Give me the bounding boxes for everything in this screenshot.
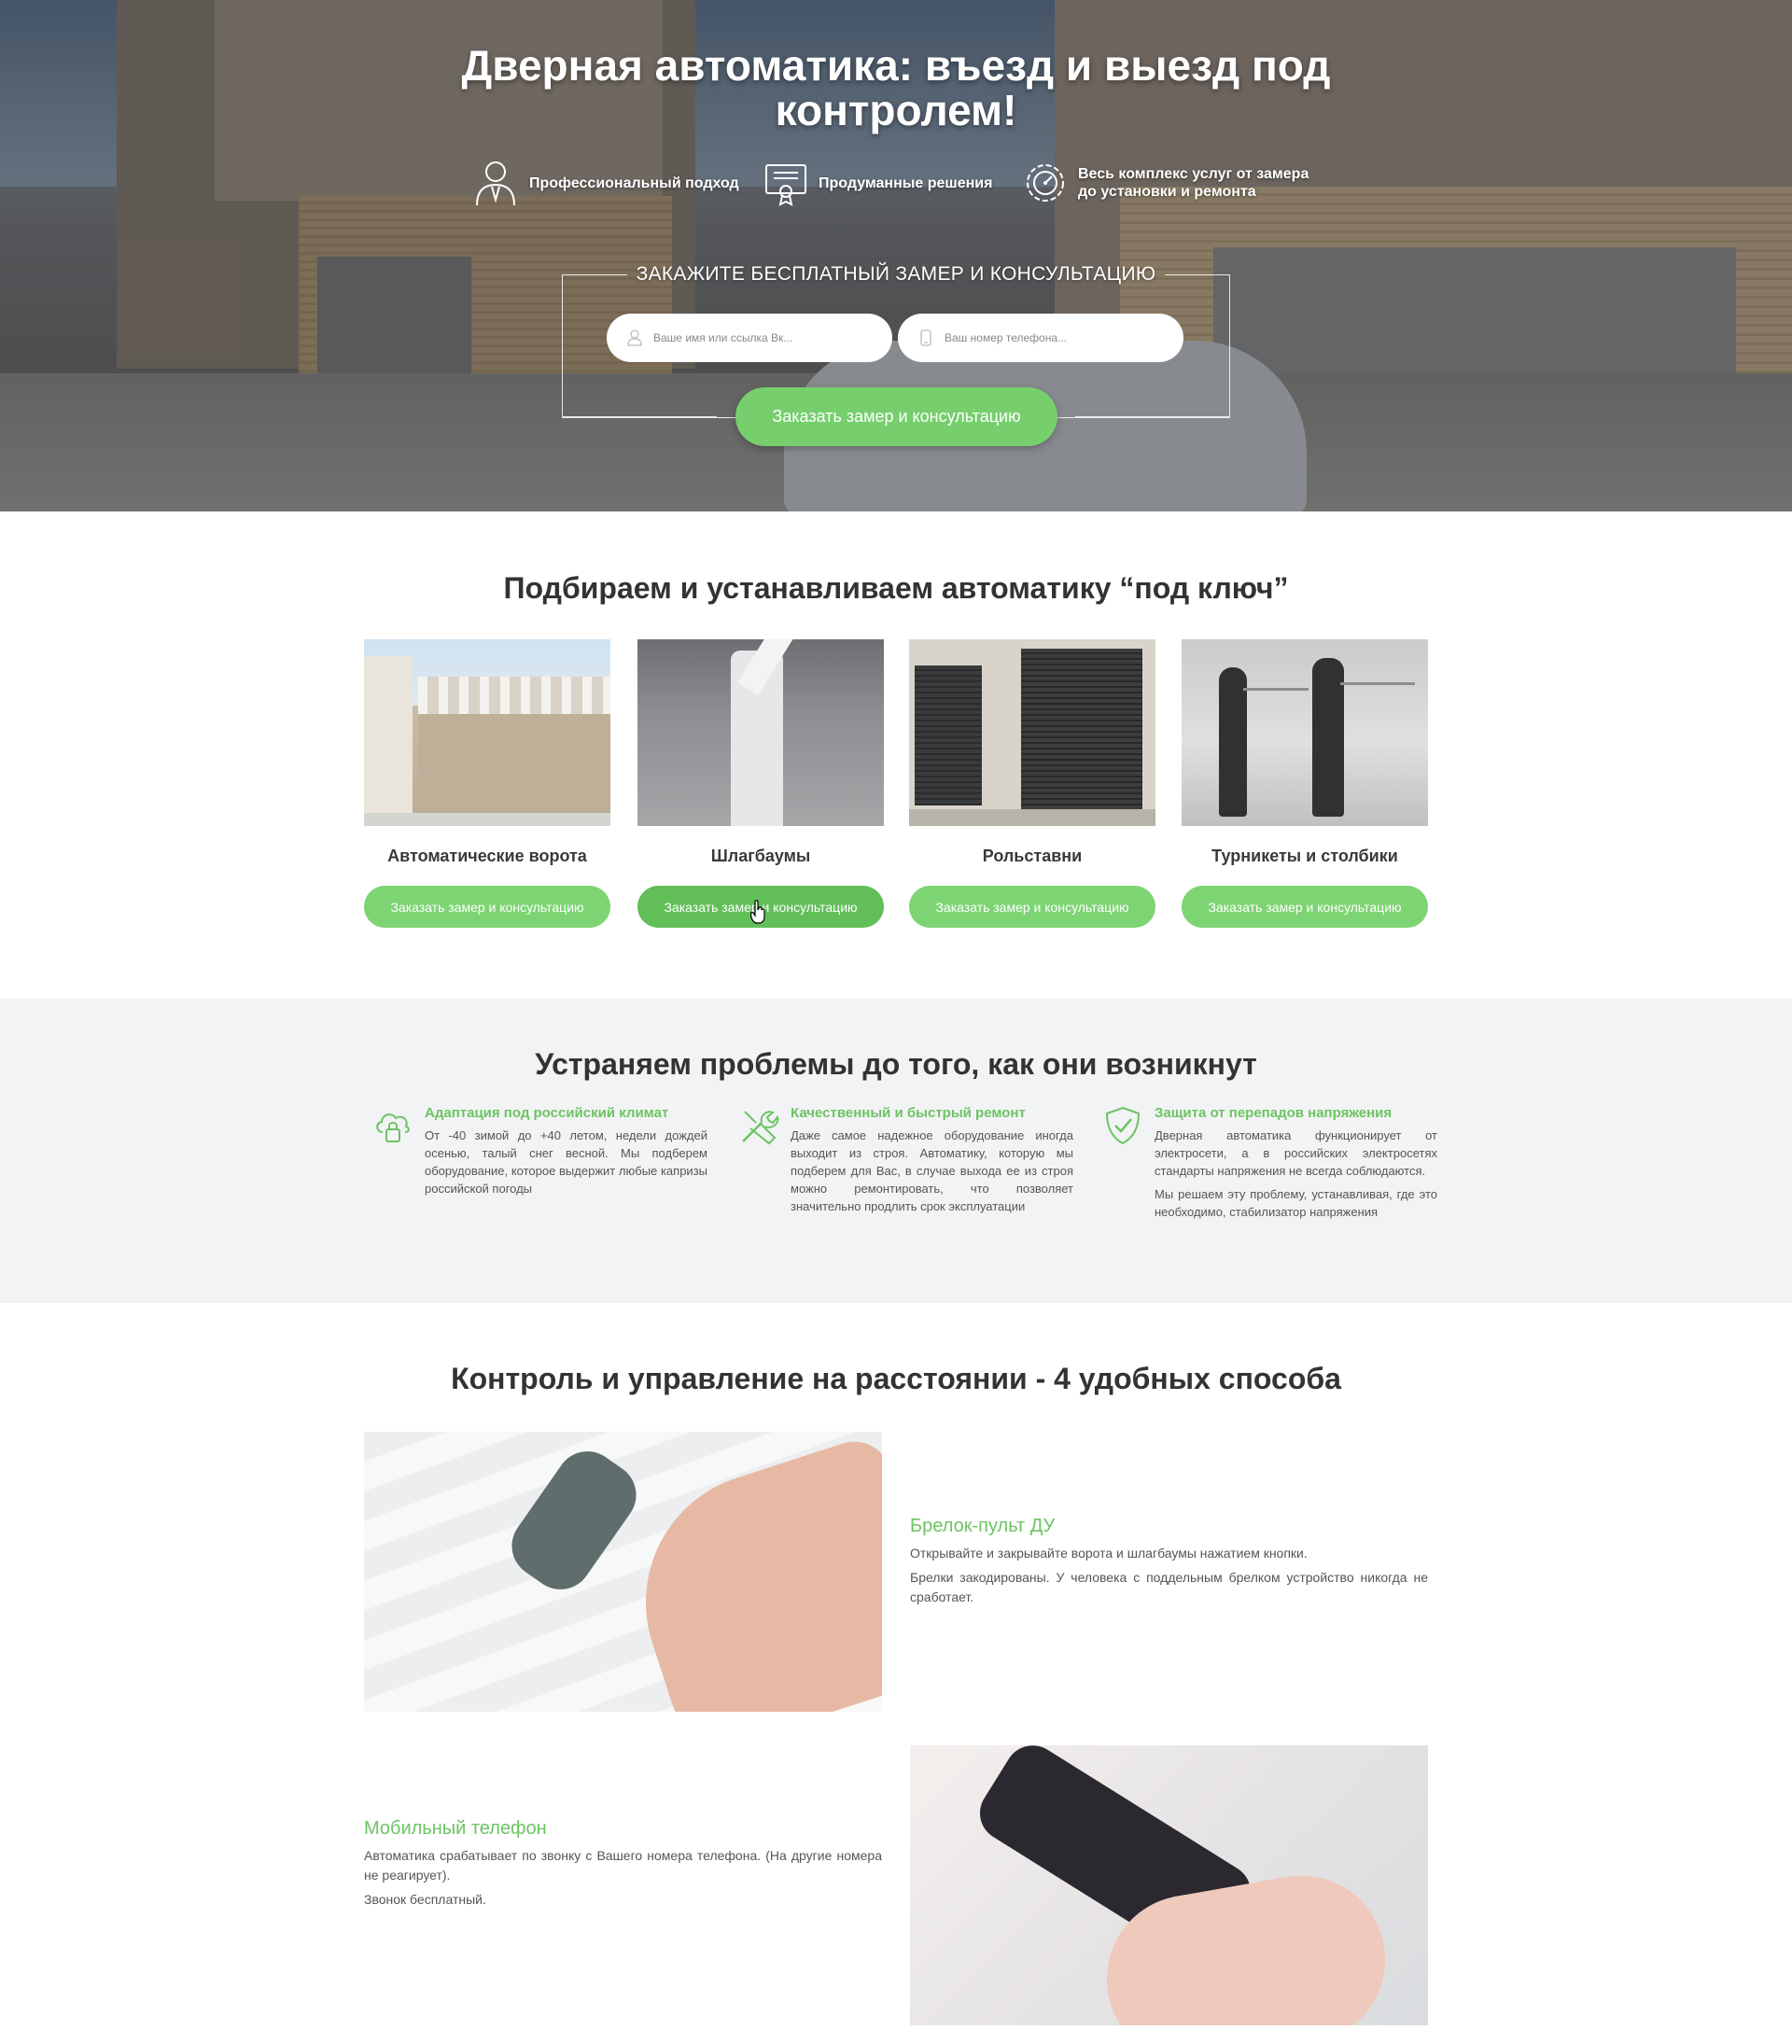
control-description-keyfob-2: Брелки закодированы. У человека с поддел… (910, 1570, 1428, 1604)
hero-section: Дверная автоматика: въезд и выезд под ко… (0, 0, 1792, 511)
feature-professional-label: Профессиональный подход (529, 175, 739, 191)
product-name-barriers: Шлагбаумы (710, 847, 811, 865)
problem-description-voltage: Дверная автоматика функционирует от элек… (1155, 1128, 1437, 1178)
feature-complex-service-label-line-2: до установки и ремонта (1078, 184, 1256, 200)
phone-field[interactable] (898, 314, 1183, 362)
product-name-shutters: Рольставни (982, 847, 1083, 865)
feature-solutions: Продуманные решения (763, 159, 992, 207)
control-description-mobile-1: Автоматика срабатывает по звонку с Вашег… (364, 1848, 882, 1883)
feature-complex-service: Весь комплекс услуг от замера до установ… (1022, 159, 1309, 207)
control-title-keyfob: Брелок-пульт ДУ (910, 1516, 1056, 1536)
product-name-gates: Автоматические ворота (387, 847, 587, 865)
problems-title: Устраняем проблемы до того, как они возн… (535, 1047, 1257, 1081)
control-description-mobile-2: Звонок бесплатный. (364, 1892, 486, 1907)
certificate-icon (765, 164, 806, 206)
product-card-gates: Автоматические ворота Заказать замер и к… (364, 639, 610, 928)
name-field[interactable] (607, 314, 892, 362)
product-order-button-shutters[interactable]: Заказать замер и консультацию (909, 886, 1155, 928)
control-title-mobile: Мобильный телефон (364, 1818, 547, 1839)
gear-icon (1027, 164, 1064, 202)
product-card-shutters: Рольставни Заказать замер и консультацию (909, 639, 1155, 928)
control-text-mobile: Мобильный телефон Автоматика срабатывает… (364, 1816, 882, 1910)
control-image-keyfob (364, 1432, 882, 1712)
feature-complex-service-label: Весь комплекс услуг от замера до установ… (1078, 165, 1309, 201)
phone-input[interactable] (945, 331, 1169, 344)
feature-professional: Профессиональный подход (471, 159, 739, 207)
product-image-shutters (909, 639, 1155, 826)
problem-text-climate: Адаптация под российский климат От -40 з… (425, 1104, 707, 1197)
feature-solutions-label: Продуманные решения (819, 175, 993, 191)
control-image-mobile (910, 1745, 1428, 2025)
hero-features: Профессиональный подход Продуманные реше… (471, 159, 1330, 207)
products-title: Подбираем и устанавливаем автоматику “по… (503, 571, 1289, 605)
product-card-turnstiles: Турникеты и столбики Заказать замер и ко… (1182, 639, 1428, 928)
product-order-button-gates[interactable]: Заказать замер и консультацию (364, 886, 610, 928)
order-form-title: ЗАКАЖИТЕ БЕСПЛАТНЫЙ ЗАМЕР И КОНСУЛЬТАЦИЮ (636, 263, 1156, 285)
user-icon (627, 329, 642, 346)
cloud-lock-icon (376, 1113, 410, 1142)
product-image-gates (364, 639, 610, 826)
problem-title-voltage: Защита от перепадов напряжения (1155, 1105, 1393, 1121)
professional-icon (476, 161, 515, 206)
product-image-turnstiles (1182, 639, 1428, 826)
control-title: Контроль и управление на расстоянии - 4 … (451, 1362, 1341, 1395)
product-name-turnstiles: Турникеты и столбики (1211, 847, 1398, 865)
problem-text-repair: Качественный и быстрый ремонт Даже самое… (791, 1104, 1073, 1215)
product-image-barriers (637, 639, 884, 826)
control-description-keyfob-1: Открывайте и закрывайте ворота и шлагбау… (910, 1546, 1308, 1561)
problem-description-repair: Даже самое надежное оборудование иногда … (791, 1128, 1073, 1213)
order-consultation-button[interactable]: Заказать замер и консультацию (735, 387, 1057, 446)
problem-text-voltage: Защита от перепадов напряжения Дверная а… (1155, 1104, 1437, 1221)
hand-cursor-icon (750, 900, 765, 924)
problem-description-voltage-2: Мы решаем эту проблему, устанавливая, гд… (1155, 1187, 1437, 1219)
name-input[interactable] (653, 331, 877, 344)
feature-complex-service-label-line-1: Весь комплекс услуг от замера (1078, 166, 1309, 182)
problem-description-climate: От -40 зимой до +40 летом, недели дождей… (425, 1128, 707, 1196)
control-text-keyfob: Брелок-пульт ДУ Открывайте и закрывайте … (910, 1514, 1428, 1607)
hero-title-line-1: Дверная автоматика: въезд и выезд под (461, 41, 1331, 90)
product-order-button-turnstiles[interactable]: Заказать замер и консультацию (1182, 886, 1428, 928)
problem-title-climate: Адаптация под российский климат (425, 1105, 669, 1121)
tools-icon (742, 1111, 779, 1145)
shield-check-icon (1105, 1106, 1141, 1145)
arrow-right (1075, 416, 1229, 417)
hero-title: Дверная автоматика: въезд и выезд под ко… (0, 43, 1792, 133)
phone-icon (920, 329, 931, 346)
hero-title-line-2: контролем! (775, 86, 1017, 134)
problem-title-repair: Качественный и быстрый ремонт (791, 1105, 1026, 1121)
arrow-left (563, 416, 717, 417)
product-card-barriers: Шлагбаумы Заказать замер и консультацию (637, 639, 884, 928)
